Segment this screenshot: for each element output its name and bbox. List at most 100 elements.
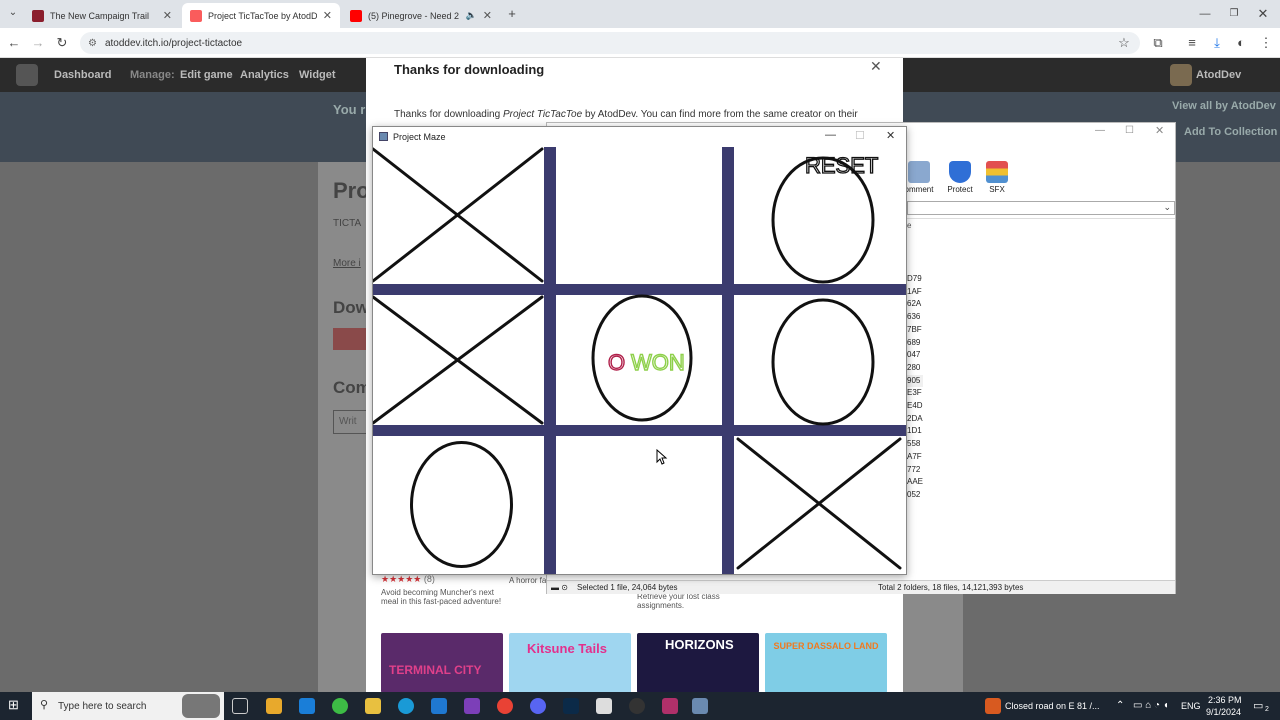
media-icon[interactable]: ≡ (1183, 34, 1201, 52)
back-icon[interactable]: ← (5, 34, 23, 52)
tray-icons[interactable]: ▭ ⌂ ◔ ◖ (1133, 700, 1169, 711)
cell-o[interactable] (771, 298, 875, 426)
vscode-icon[interactable] (431, 698, 447, 714)
download-icon[interactable]: ⤓ (1208, 34, 1226, 52)
discord-icon[interactable] (530, 698, 546, 714)
restore-button[interactable]: ❐ (1225, 5, 1243, 23)
profile-icon[interactable]: ◐ (1232, 34, 1250, 52)
minimize-button[interactable]: — (825, 129, 836, 141)
app-icon[interactable] (332, 698, 348, 714)
sfx-tool[interactable]: SFX (979, 161, 1015, 194)
app-icon[interactable] (596, 698, 612, 714)
store-icon[interactable] (266, 698, 282, 714)
traffic-alert-icon[interactable] (985, 698, 1001, 714)
modal-close-button[interactable]: ✕ (870, 58, 882, 75)
cell-x[interactable] (736, 437, 902, 570)
tictactoe-board[interactable]: RESET O WON (373, 147, 906, 574)
tab-search-icon[interactable]: ⌄ (4, 4, 22, 22)
list-item[interactable]: E4D (907, 400, 923, 413)
site-info-icon[interactable]: ⚙ (88, 38, 97, 49)
new-tab-button[interactable]: + (503, 5, 521, 23)
reset-button[interactable]: RESET (804, 152, 879, 178)
bookmark-star-icon[interactable]: ☆ (1115, 34, 1133, 52)
add-to-collection-button[interactable]: Add To Collection (1184, 126, 1277, 138)
list-item[interactable]: 689 (907, 337, 923, 350)
cell-x[interactable] (373, 295, 544, 425)
maximize-button[interactable]: ☐ (855, 129, 865, 142)
photoshop-icon[interactable] (563, 698, 579, 714)
list-item[interactable]: 280 (907, 362, 923, 375)
close-window-button[interactable]: ✕ (1254, 5, 1272, 23)
notification-center-icon[interactable]: ▭ (1253, 699, 1263, 712)
nav-edit-game[interactable]: Edit game (180, 69, 233, 81)
view-all-link[interactable]: View all by AtodDev (1172, 100, 1276, 112)
close-icon[interactable]: ✕ (323, 9, 332, 22)
taskbar-search[interactable]: ⚲ Type here to search (32, 692, 224, 720)
chevron-down-icon[interactable]: ⌄ (1163, 202, 1171, 213)
maximize-button[interactable]: ☐ (1125, 125, 1134, 136)
nav-dashboard[interactable]: Dashboard (54, 69, 111, 81)
tab-campaign-trail[interactable]: The New Campaign Trail ✕ (24, 3, 180, 28)
nav-widget[interactable]: Widget (299, 69, 336, 81)
forward-icon[interactable]: → (29, 34, 47, 52)
language-indicator[interactable]: ENG (1181, 701, 1201, 711)
project-maze-icon[interactable] (692, 698, 708, 714)
youtube-favicon-icon (350, 9, 362, 22)
task-view-icon[interactable] (232, 698, 248, 714)
game-thumbnail[interactable]: HORIZONS (637, 633, 759, 693)
game-thumbnail[interactable]: TERMINAL CITY (381, 633, 503, 693)
address-bar[interactable]: ⚙ atoddev.itch.io/project-tictactoe (80, 32, 1140, 54)
list-item[interactable]: 052 (907, 489, 923, 502)
list-item[interactable]: D79 (907, 273, 923, 286)
tray-chevron-icon[interactable]: ⌃ (1116, 700, 1124, 711)
cell-o[interactable] (410, 441, 513, 568)
winrar-icon[interactable] (662, 698, 678, 714)
column-header[interactable]: e (907, 221, 911, 230)
list-item[interactable]: 62A (907, 298, 923, 311)
mute-icon[interactable]: 🔈 (466, 10, 477, 21)
file-explorer-icon[interactable] (365, 698, 381, 714)
tab-project-tictactoe[interactable]: Project TicTacToe by AtodDev ✕ (182, 3, 340, 28)
windows-start-icon[interactable]: ⊞ (8, 697, 24, 713)
list-item[interactable]: 047 (907, 349, 923, 362)
list-item[interactable]: 1D1 (907, 425, 923, 438)
user-name[interactable]: AtodDev (1196, 69, 1241, 81)
tab-pinegrove[interactable]: (5) Pinegrove - Need 2 (offi 🔈 ✕ (342, 3, 500, 28)
clock-date[interactable]: 9/1/2024 (1206, 707, 1241, 717)
list-item[interactable]: 1AF (907, 286, 923, 299)
reload-icon[interactable]: ↻ (53, 34, 71, 52)
chrome-icon[interactable] (497, 698, 513, 714)
minimize-button[interactable]: — (1095, 125, 1105, 136)
protect-tool[interactable]: Protect (942, 161, 978, 194)
game-thumbnail[interactable]: SUPER DASSALO LAND (765, 633, 887, 693)
list-item[interactable]: 7BF (907, 324, 923, 337)
list-item[interactable]: 558 (907, 438, 923, 451)
list-item[interactable]: 772 (907, 464, 923, 477)
mail-icon[interactable] (299, 698, 315, 714)
clock-time[interactable]: 2:36 PM (1208, 695, 1242, 705)
itch-logo-icon[interactable] (16, 64, 38, 86)
menu-icon[interactable]: ⋮ (1257, 34, 1275, 52)
close-button[interactable]: ✕ (1155, 124, 1164, 137)
archive-path-field[interactable]: ⌄ (907, 201, 1175, 215)
list-item[interactable]: A7F (907, 451, 923, 464)
extensions-icon[interactable]: ⧉ (1149, 34, 1167, 52)
close-button[interactable]: ✕ (886, 129, 895, 142)
avatar[interactable] (1170, 64, 1192, 86)
list-item[interactable]: 905 (907, 374, 924, 388)
game-thumbnail[interactable]: Kitsune Tails (509, 633, 631, 693)
list-item[interactable]: AAE (907, 476, 923, 489)
close-icon[interactable]: ✕ (163, 9, 172, 22)
list-item[interactable]: E3F (907, 387, 923, 400)
list-item[interactable]: 2DA (907, 413, 923, 426)
list-item[interactable]: 636 (907, 311, 923, 324)
cell-x[interactable] (373, 147, 544, 283)
obs-icon[interactable] (629, 698, 645, 714)
edge-icon[interactable] (398, 698, 414, 714)
notification-text[interactable]: Closed road on E 81 /... (1005, 701, 1100, 711)
visual-studio-icon[interactable] (464, 698, 480, 714)
close-icon[interactable]: ✕ (483, 9, 492, 22)
minimize-button[interactable]: — (1196, 5, 1214, 23)
file-list[interactable]: D79 1AF 62A 636 7BF 689 047 280 905 E3F … (907, 273, 924, 502)
nav-analytics[interactable]: Analytics (240, 69, 289, 81)
